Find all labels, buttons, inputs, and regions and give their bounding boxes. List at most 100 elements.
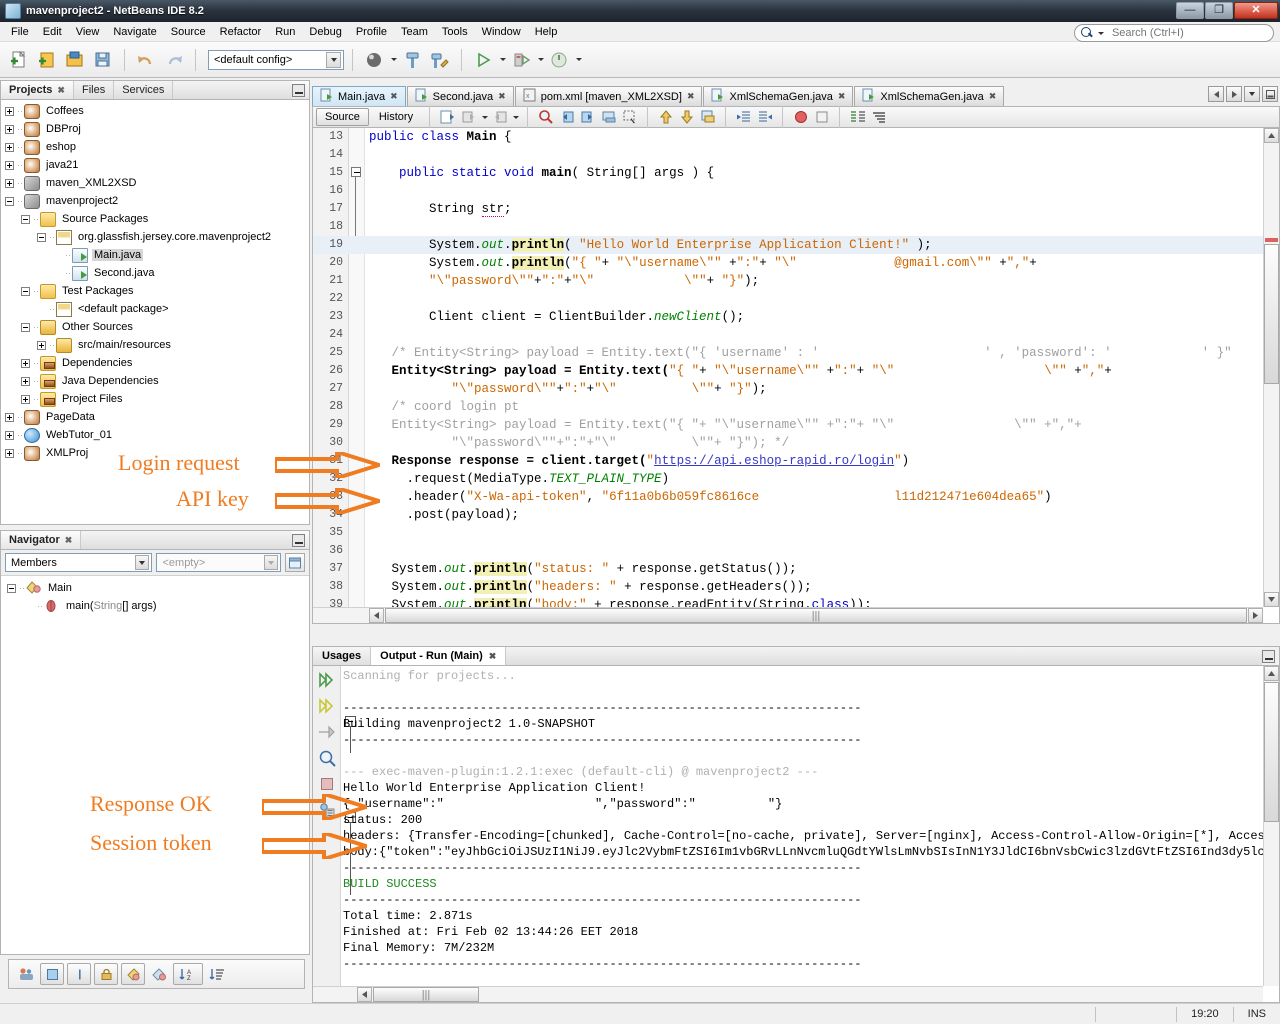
output-horizontal-scrollbar[interactable]: ||| xyxy=(313,986,1263,1002)
profile-project-button[interactable] xyxy=(546,47,572,73)
tab-output-run-main[interactable]: Output - Run (Main) ✖ xyxy=(371,647,507,665)
code-line[interactable]: 26 Entity<String> payload = Entity.text(… xyxy=(313,362,1279,380)
project-config-select[interactable]: <default config> xyxy=(208,49,344,70)
close-icon[interactable]: ✖ xyxy=(838,91,846,102)
tree-item-webtutor-01[interactable]: ·· WebTutor_01 xyxy=(1,426,309,444)
menu-help[interactable]: Help xyxy=(528,24,565,40)
stop-macro-recording-icon[interactable] xyxy=(812,108,831,127)
output-vertical-scrollbar[interactable] xyxy=(1263,666,1279,986)
maximize-button[interactable]: ❐ xyxy=(1205,2,1233,19)
back-icon[interactable] xyxy=(459,108,478,127)
menu-debug[interactable]: Debug xyxy=(302,24,348,40)
tree-item-source-packages[interactable]: ·· Source Packages xyxy=(1,210,309,228)
code-line[interactable]: 29 Entity<String> payload = Entity.text(… xyxy=(313,416,1279,434)
tab-services[interactable]: Services xyxy=(114,81,174,99)
open-project-button[interactable] xyxy=(62,47,88,73)
last-edit-icon[interactable] xyxy=(438,108,457,127)
expand-icon[interactable] xyxy=(5,106,14,116)
code-line[interactable]: 30 "\"password\""+":"+"\" \""+ "}"); */ xyxy=(313,434,1279,452)
tab-list-dropdown-button[interactable] xyxy=(1244,86,1260,102)
tree-item-main-java[interactable]: ·· Main.java xyxy=(1,246,309,264)
redo-button[interactable] xyxy=(161,47,187,73)
menu-run[interactable]: Run xyxy=(268,24,302,40)
code-line[interactable]: 31 Response response = client.target("ht… xyxy=(313,452,1279,470)
chevron-down-icon[interactable] xyxy=(326,51,341,68)
output-body[interactable]: Scanning for projects... ----------------… xyxy=(312,666,1280,1003)
code-line[interactable]: 32 .request(MediaType.TEXT_PLAIN_TYPE) xyxy=(313,470,1279,488)
code-line[interactable]: 37 System.out.println("status: " + respo… xyxy=(313,560,1279,578)
tree-item-java-dependencies[interactable]: ·· Java Dependencies xyxy=(1,372,309,390)
editor-tab-second-java[interactable]: Second.java ✖ xyxy=(406,86,514,106)
expand-icon[interactable] xyxy=(5,142,14,152)
code-line[interactable]: 36 xyxy=(313,542,1279,560)
tree-item-other-sources[interactable]: ·· Other Sources xyxy=(1,318,309,336)
chevron-down-icon[interactable] xyxy=(391,58,397,61)
scroll-tabs-left-button[interactable] xyxy=(1208,86,1224,102)
code-line[interactable]: 19 System.out.println( "Hello World Ente… xyxy=(313,236,1279,254)
collapse-icon[interactable] xyxy=(37,232,46,242)
menu-profile[interactable]: Profile xyxy=(349,24,394,40)
tree-item-second-java[interactable]: ·· Second.java xyxy=(1,264,309,282)
tab-usages[interactable]: Usages xyxy=(313,647,372,665)
tree-item-org-glassfish-jersey-core-mavenproject2[interactable]: ·· org.glassfish.jersey.core.mavenproject… xyxy=(1,228,309,246)
search-input[interactable] xyxy=(1109,26,1267,40)
code-line[interactable]: 15 public static void main( String[] arg… xyxy=(313,164,1279,182)
code-line[interactable]: 16 xyxy=(313,182,1279,200)
close-icon[interactable]: ✖ xyxy=(390,91,398,102)
editor-tab-main-java[interactable]: Main.java ✖ xyxy=(312,86,406,106)
close-icon[interactable]: ✖ xyxy=(498,91,506,102)
code-line[interactable]: 13 public class Main { xyxy=(313,128,1279,146)
menu-refactor[interactable]: Refactor xyxy=(213,24,269,40)
close-icon[interactable]: ✖ xyxy=(989,91,997,102)
next-bookmark-icon[interactable] xyxy=(578,108,597,127)
clean-build-button[interactable] xyxy=(399,47,425,73)
save-all-button[interactable] xyxy=(90,47,116,73)
menu-source[interactable]: Source xyxy=(164,24,213,40)
code-line[interactable]: 34 .post(payload); xyxy=(313,506,1279,524)
minimize-button[interactable]: — xyxy=(1176,2,1204,19)
expand-icon[interactable] xyxy=(5,178,14,188)
code-line[interactable]: 33 .header("X-Wa-api-token", "6f11a0b6b0… xyxy=(313,488,1279,506)
collapse-icon[interactable] xyxy=(5,196,14,206)
maximize-editor-button[interactable] xyxy=(1262,86,1278,102)
tree-item-project-files[interactable]: ·· Project Files xyxy=(1,390,309,408)
expand-icon[interactable] xyxy=(5,124,14,134)
build-project-button[interactable] xyxy=(361,47,387,73)
new-project-button[interactable] xyxy=(34,47,60,73)
chevron-down-icon[interactable] xyxy=(1097,31,1104,35)
code-line[interactable]: 17 String str; xyxy=(313,200,1279,218)
editor-tab-pom-xml-maven-xml2xsd[interactable]: x pom.xml [maven_XML2XSD] ✖ xyxy=(514,86,703,106)
editor-vertical-scrollbar[interactable] xyxy=(1263,128,1279,607)
close-icon[interactable]: ✖ xyxy=(489,651,497,662)
code-line[interactable]: 18 xyxy=(313,218,1279,236)
source-view-button[interactable]: Source xyxy=(316,108,369,126)
history-view-button[interactable]: History xyxy=(371,108,421,126)
code-line[interactable]: 20 System.out.println("{ "+ "\"username\… xyxy=(313,254,1279,272)
tree-item-java21[interactable]: ·· java21 xyxy=(1,156,309,174)
tree-item-coffees[interactable]: ·· Coffees xyxy=(1,102,309,120)
output-hscroll-thumb[interactable]: ||| xyxy=(373,987,479,1002)
code-line[interactable]: 23 Client client = ClientBuilder.newClie… xyxy=(313,308,1279,326)
close-button[interactable]: ✕ xyxy=(1234,2,1278,19)
chevron-down-icon[interactable] xyxy=(135,555,150,570)
toggle-bookmark-icon[interactable] xyxy=(599,108,618,127)
tree-item-dependencies[interactable]: ·· Dependencies xyxy=(1,354,309,372)
next-error-icon[interactable] xyxy=(677,108,696,127)
diff-icon[interactable] xyxy=(848,108,867,127)
editor-horizontal-scrollbar[interactable]: ||| xyxy=(313,607,1263,623)
undo-button[interactable] xyxy=(133,47,159,73)
start-macro-recording-icon[interactable] xyxy=(791,108,810,127)
close-icon[interactable]: ✖ xyxy=(687,91,695,102)
design-view-icon[interactable] xyxy=(148,963,170,985)
code-line[interactable]: 21 "\"password\""+":"+"\" \""+ "}"); xyxy=(313,272,1279,290)
code-lines[interactable]: 13 public class Main {14 15 public static … xyxy=(313,128,1279,623)
stop-process-icon[interactable] xyxy=(317,774,337,794)
code-line[interactable]: 28 /* coord login pt xyxy=(313,398,1279,416)
chevron-down-icon[interactable] xyxy=(264,555,279,570)
output-scroll-left-arrow[interactable] xyxy=(357,987,372,1002)
expand-icon[interactable] xyxy=(5,412,14,422)
navigator-item[interactable]: ·· Main xyxy=(1,579,309,597)
collapse-icon[interactable] xyxy=(7,583,16,593)
tab-files[interactable]: Files xyxy=(73,81,115,99)
tab-navigator[interactable]: Navigator ✖ xyxy=(1,531,82,549)
